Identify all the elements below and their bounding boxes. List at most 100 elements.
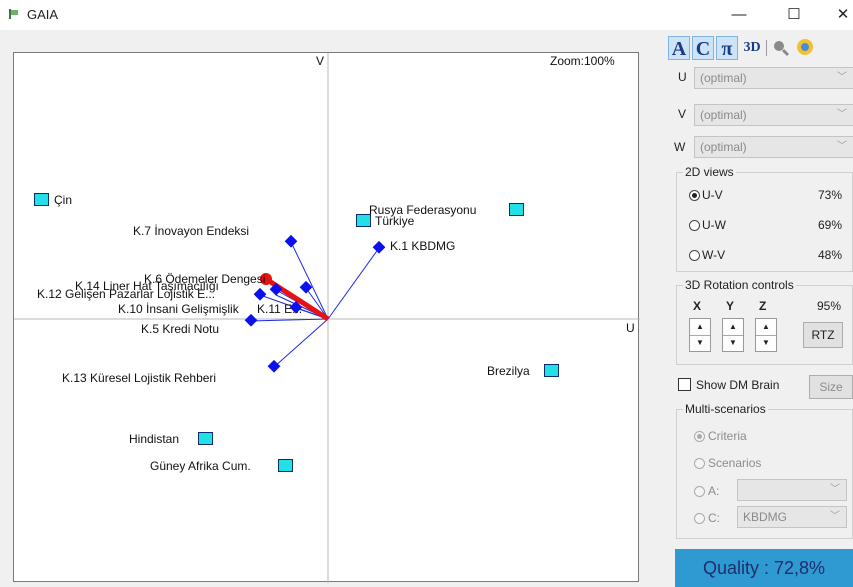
toolbar-pi-button[interactable]: π bbox=[716, 36, 738, 60]
criterion-label-k14: K.14 Liner Hat Taşımacılığı bbox=[75, 279, 219, 293]
app-icon bbox=[9, 9, 18, 19]
radio-u-w-label: U-W bbox=[702, 218, 726, 232]
arrow-up-icon[interactable]: ▲ bbox=[756, 319, 776, 336]
gaia-plot-svg bbox=[14, 53, 640, 583]
w-select-value: (optimal) bbox=[700, 140, 747, 154]
quality-indicator: Quality : 72,8% bbox=[675, 549, 853, 587]
criterion-point-k1[interactable] bbox=[372, 240, 386, 254]
toolbar-c-button[interactable]: C bbox=[692, 36, 714, 60]
size-button[interactable]: Size bbox=[809, 375, 853, 399]
radio-w-v[interactable] bbox=[689, 250, 700, 261]
criterion-point-k7[interactable] bbox=[284, 234, 298, 248]
close-button[interactable]: ✕ bbox=[823, 2, 853, 28]
multi-scenarios-group: Multi-scenarios Criteria Scenarios A: ﹀ … bbox=[676, 402, 853, 539]
magnifier-icon[interactable] bbox=[772, 39, 790, 57]
w-select-label: W bbox=[674, 140, 686, 154]
rotation-group: 3D Rotation controls X Y Z 95% ▲ ▼ ▲ ▼ ▲ ▼ … bbox=[676, 278, 853, 365]
alt-point-hindistan[interactable] bbox=[198, 432, 213, 445]
control-panel: A C π 3D U (optimal) ﹀ V (optimal) ﹀ W (op… bbox=[668, 32, 853, 587]
toolbar-3d-button[interactable]: 3D bbox=[740, 36, 764, 60]
criterion-label-k1: K.1 KBDMG bbox=[390, 239, 456, 253]
arrow-up-icon[interactable]: ▲ bbox=[723, 319, 743, 336]
rtz-button[interactable]: RTZ bbox=[803, 322, 843, 348]
show-dm-brain-label: Show DM Brain bbox=[696, 378, 780, 392]
alt-label-guney-afrika: Güney Afrika Cum. bbox=[150, 459, 251, 473]
criterion-point-k13[interactable] bbox=[267, 359, 281, 373]
alt-point-brezilya[interactable] bbox=[544, 364, 559, 377]
alt-point-guney-afrika[interactable] bbox=[278, 459, 293, 472]
criterion-line-k13 bbox=[273, 318, 329, 368]
radio-a-label: A: bbox=[708, 484, 720, 498]
criterion-label-k13: K.13 Küresel Lojistik Rehberi bbox=[62, 371, 217, 385]
rotation-y-spinner[interactable]: ▲ ▼ bbox=[722, 318, 744, 352]
c-select-value: KBDMG bbox=[743, 510, 788, 524]
arrow-down-icon[interactable]: ▼ bbox=[723, 335, 743, 351]
title-bar: GAIA — ☐ ✕ bbox=[0, 0, 853, 30]
views-2d-title: 2D views bbox=[683, 165, 736, 179]
radio-c[interactable] bbox=[694, 513, 705, 524]
u-w-quality: 69% bbox=[818, 218, 843, 232]
chevron-down-icon: ﹀ bbox=[837, 72, 847, 83]
gaia-plane[interactable]: V U Zoom:100% K.1 KBDMG K.5 Kredi Notu K… bbox=[13, 52, 640, 583]
color-wheel-icon[interactable] bbox=[795, 37, 815, 57]
radio-u-w[interactable] bbox=[689, 220, 700, 231]
v-axis-label: V bbox=[316, 54, 325, 68]
minimize-button[interactable]: — bbox=[719, 2, 759, 28]
alt-point-rusya[interactable] bbox=[509, 203, 524, 216]
radio-w-v-label: W-V bbox=[702, 248, 726, 262]
radio-scenarios-label: Scenarios bbox=[708, 456, 762, 470]
radio-u-v[interactable] bbox=[689, 190, 700, 201]
rotation-x-spinner[interactable]: ▲ ▼ bbox=[689, 318, 711, 352]
rotation-title: 3D Rotation controls bbox=[683, 278, 796, 292]
arrow-down-icon[interactable]: ▼ bbox=[690, 335, 710, 351]
v-select-label: V bbox=[678, 107, 687, 121]
radio-a[interactable] bbox=[694, 486, 705, 497]
alt-point-cin[interactable] bbox=[34, 193, 49, 206]
u-axis-select[interactable]: (optimal) ﹀ bbox=[694, 67, 853, 89]
u-select-value: (optimal) bbox=[700, 71, 747, 85]
arrow-down-icon[interactable]: ▼ bbox=[756, 335, 776, 351]
v-select-value: (optimal) bbox=[700, 108, 747, 122]
radio-criteria[interactable] bbox=[694, 431, 705, 442]
u-axis-label: U bbox=[626, 321, 635, 335]
radio-c-label: C: bbox=[708, 511, 720, 525]
alt-label-cin: Çin bbox=[54, 193, 73, 207]
radio-u-v-label: U-V bbox=[702, 188, 723, 202]
multi-scenarios-title: Multi-scenarios bbox=[683, 402, 768, 416]
criterion-line-k1 bbox=[327, 247, 380, 320]
show-dm-brain-checkbox[interactable] bbox=[678, 378, 691, 391]
criterion-point-k12[interactable] bbox=[253, 287, 267, 301]
rotation-x-label: X bbox=[693, 299, 702, 313]
v-axis-select[interactable]: (optimal) ﹀ bbox=[694, 104, 853, 126]
chevron-down-icon: ﹀ bbox=[837, 109, 847, 120]
a-select[interactable]: ﹀ bbox=[737, 479, 847, 501]
views-2d-group: 2D views U-V 73% U-W 69% W-V 48% bbox=[676, 165, 853, 272]
rotation-z-label: Z bbox=[759, 299, 767, 313]
toolbar-a-button[interactable]: A bbox=[668, 36, 690, 60]
arrow-up-icon[interactable]: ▲ bbox=[690, 319, 710, 336]
toolbar-divider bbox=[766, 40, 767, 56]
u-v-quality: 73% bbox=[818, 188, 843, 202]
criterion-label-k11: K.11 E... bbox=[257, 302, 303, 316]
criterion-label-k7: K.7 İnovayon Endeksi bbox=[133, 224, 250, 238]
w-v-quality: 48% bbox=[818, 248, 843, 262]
chevron-down-icon: ﹀ bbox=[830, 484, 840, 495]
alt-label-brezilya: Brezilya bbox=[487, 364, 530, 378]
alternative-points bbox=[34, 193, 559, 472]
alt-label-hindistan: Hindistan bbox=[129, 432, 180, 446]
criterion-point-k5[interactable] bbox=[244, 313, 258, 327]
rotation-y-label: Y bbox=[726, 299, 735, 313]
maximize-button[interactable]: ☐ bbox=[774, 2, 814, 28]
rotation-z-spinner[interactable]: ▲ ▼ bbox=[755, 318, 777, 352]
radio-scenarios[interactable] bbox=[694, 458, 705, 469]
c-select[interactable]: KBDMG ﹀ bbox=[737, 506, 847, 528]
chevron-down-icon: ﹀ bbox=[830, 511, 840, 522]
w-axis-select[interactable]: (optimal) ﹀ bbox=[694, 136, 853, 158]
chevron-down-icon: ﹀ bbox=[837, 141, 847, 152]
rotation-quality: 95% bbox=[817, 299, 842, 313]
window-title: GAIA bbox=[27, 7, 59, 22]
criterion-label-k5: K.5 Kredi Notu bbox=[141, 322, 220, 336]
radio-criteria-label: Criteria bbox=[708, 429, 747, 443]
alt-label-turkiye: Türkiye bbox=[375, 214, 415, 228]
criterion-label-k10: K.10 İnsani Gelişmişlik bbox=[118, 302, 239, 316]
